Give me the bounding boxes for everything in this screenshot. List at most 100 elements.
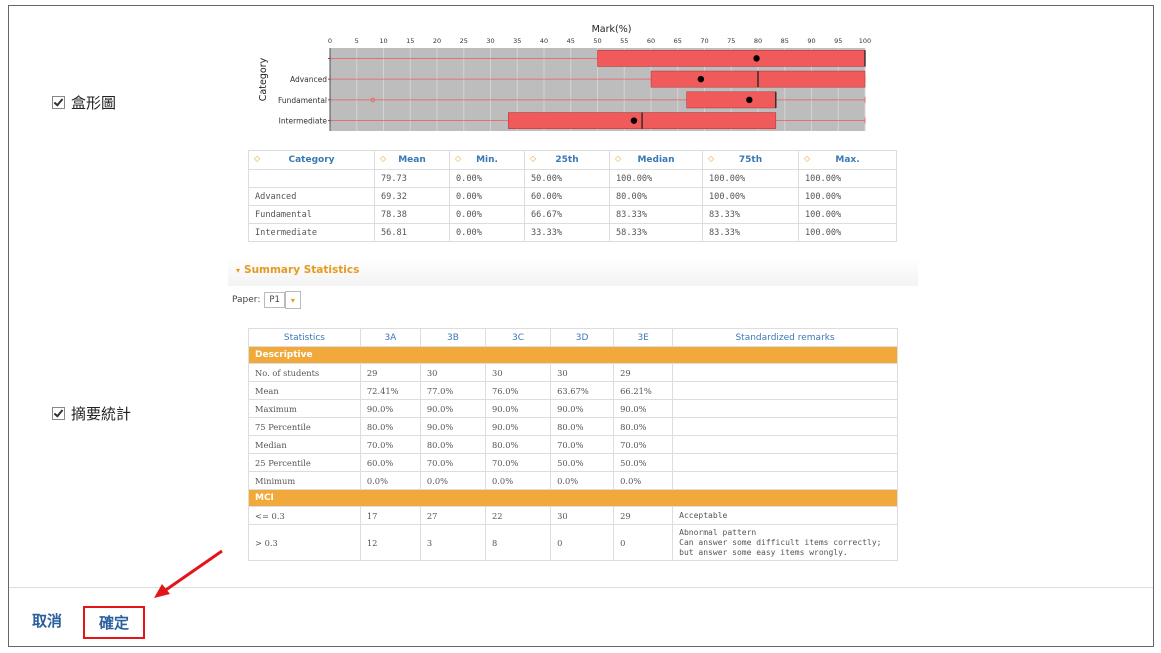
table-row: Median 70.0% 80.0% 80.0% 70.0% 70.0% xyxy=(248,435,898,454)
table-cell: Intermediate xyxy=(248,223,375,242)
sort-icon[interactable]: ◇ xyxy=(530,154,536,163)
mean-point xyxy=(746,96,753,104)
table-row: No. of students 29 30 30 30 29 xyxy=(248,363,898,382)
sort-icon[interactable]: ◇ xyxy=(380,154,386,163)
table-cell: 60.0% xyxy=(359,453,421,472)
table-cell: 60.00% xyxy=(524,187,610,206)
x-tick-label: 80 xyxy=(754,37,762,45)
table-cell xyxy=(248,169,375,188)
table-cell xyxy=(672,381,898,400)
table-row: Mean 72.41% 77.0% 76.0% 63.67% 66.21% xyxy=(248,381,898,400)
summary-statistics-header[interactable]: ▾ Summary Statistics xyxy=(228,258,918,286)
table-row: > 0.3 12 3 8 0 0 Abnormal pattern Can answer so… xyxy=(248,524,898,561)
column-header[interactable]: ◇ Mean xyxy=(374,150,450,170)
section-title: Descriptive xyxy=(248,346,898,364)
column-header: 3E xyxy=(613,328,674,347)
table-cell: 70.0% xyxy=(613,435,674,454)
chevron-down-icon[interactable]: ▾ xyxy=(284,291,301,309)
table-cell: 90.0% xyxy=(613,399,674,418)
column-header-label: Median xyxy=(637,155,675,165)
x-tick-label: 15 xyxy=(406,37,414,45)
x-tick-label: 95 xyxy=(834,37,842,45)
boxplot-checkbox[interactable]: 盒形圖 xyxy=(52,92,116,113)
x-tick-label: 60 xyxy=(647,37,655,45)
box xyxy=(597,50,866,67)
summary-statistics-table: Statistics 3A 3B 3C 3D 3E Standardized remarks… xyxy=(248,328,898,561)
x-tick-label: 5 xyxy=(355,37,359,45)
table-cell: 70.0% xyxy=(359,435,421,454)
column-header-label: 25th xyxy=(555,155,579,165)
table-cell: 80.0% xyxy=(484,435,552,454)
table-cell: 12 xyxy=(359,524,421,561)
category-label: Advanced xyxy=(290,75,327,84)
table-cell: 0.00% xyxy=(449,205,525,224)
table-cell: 90.0% xyxy=(359,399,421,418)
table-cell: 0.0% xyxy=(550,471,615,490)
table-cell: 80.0% xyxy=(419,435,487,454)
column-header[interactable]: ◇ Median xyxy=(609,150,703,170)
table-cell: 100.00% xyxy=(609,169,703,188)
box-plot-chart: 0 5 10 15 20 25 30 35 40 45 50 55 60 65 70 75 80 85 90 95 10… xyxy=(246,17,874,134)
x-tick-label: 0 xyxy=(328,37,332,45)
x-tick-label: 70 xyxy=(700,37,708,45)
table-cell: 30 xyxy=(550,506,615,525)
confirm-button[interactable]: 確定 xyxy=(83,606,146,639)
paper-select[interactable]: P1 xyxy=(264,292,285,308)
table-cell: 100.00% xyxy=(798,169,897,188)
table-cell: 75 Percentile xyxy=(248,417,361,436)
sort-icon[interactable]: ◇ xyxy=(615,154,621,163)
table-cell: 17 xyxy=(359,506,421,525)
annotation-arrow-icon xyxy=(154,549,223,598)
table-cell: 70.0% xyxy=(550,435,615,454)
table-cell: 72.41% xyxy=(359,381,421,400)
table-cell: 25 Percentile xyxy=(248,453,361,472)
table-cell: Minimum xyxy=(248,471,361,490)
boxplot-stats-table: ◇ Category ◇ Mean ◇ Min. ◇ 25th ◇ Median ◇ 75th ◇ Max… xyxy=(248,150,897,242)
x-tick-label: 30 xyxy=(486,37,494,45)
x-tick-label: 55 xyxy=(620,37,628,45)
table-cell: 56.81 xyxy=(374,223,450,242)
sort-icon[interactable]: ◇ xyxy=(708,154,714,163)
table-row: 75 Percentile 80.0% 90.0% 90.0% 80.0% 80.0% xyxy=(248,417,898,436)
column-header[interactable]: ◇ Min. xyxy=(449,150,525,170)
table-cell: 0 xyxy=(613,524,674,561)
table-cell: 80.00% xyxy=(609,187,703,206)
category-label: Fundamental xyxy=(278,96,327,105)
table-row: Minimum 0.0% 0.0% 0.0% 0.0% 0.0% xyxy=(248,471,898,490)
sort-icon[interactable]: ◇ xyxy=(254,154,260,163)
collapse-arrow-icon[interactable]: ▾ xyxy=(236,266,240,275)
table-cell: 100.00% xyxy=(702,187,799,206)
table-cell: 79.73 xyxy=(374,169,450,188)
paper-selector: Paper: P1 ▾ xyxy=(232,291,301,309)
box xyxy=(686,91,777,109)
cancel-button[interactable]: 取消 xyxy=(24,606,70,635)
mean-point xyxy=(697,75,705,83)
table-cell: 0.0% xyxy=(419,471,487,490)
section-row: MCI xyxy=(248,489,898,507)
table-cell: 66.21% xyxy=(613,381,674,400)
x-tick-label: 100 xyxy=(859,37,871,45)
column-header-label: Min. xyxy=(476,155,498,165)
sort-icon[interactable]: ◇ xyxy=(455,154,461,163)
category-label: Intermediate xyxy=(279,117,328,126)
table-cell: 29 xyxy=(359,363,421,382)
column-header[interactable]: ◇ 75th xyxy=(702,150,799,170)
summary-label: 摘要統計 xyxy=(71,405,132,423)
checkbox-checked-icon[interactable] xyxy=(52,407,65,420)
column-header: Standardized remarks xyxy=(672,328,898,347)
table-cell: 69.32 xyxy=(374,187,450,206)
table-cell: 33.33% xyxy=(524,223,610,242)
table-row: Intermediate 56.81 0.00% 33.33% 58.33% 83.33%… xyxy=(248,223,897,242)
table-cell: 29 xyxy=(613,506,674,525)
column-header[interactable]: ◇ Max. xyxy=(798,150,897,170)
x-tick-label: 35 xyxy=(513,37,521,45)
table-cell: 0.00% xyxy=(449,223,525,242)
column-header[interactable]: ◇ 25th xyxy=(524,150,610,170)
table-cell: Maximum xyxy=(248,399,361,418)
checkbox-checked-icon[interactable] xyxy=(52,96,65,109)
column-header[interactable]: ◇ Category xyxy=(248,150,375,170)
summary-checkbox[interactable]: 摘要統計 xyxy=(52,403,131,424)
table-cell: 27 xyxy=(419,506,487,525)
table-cell xyxy=(672,453,898,472)
sort-icon[interactable]: ◇ xyxy=(804,154,810,163)
